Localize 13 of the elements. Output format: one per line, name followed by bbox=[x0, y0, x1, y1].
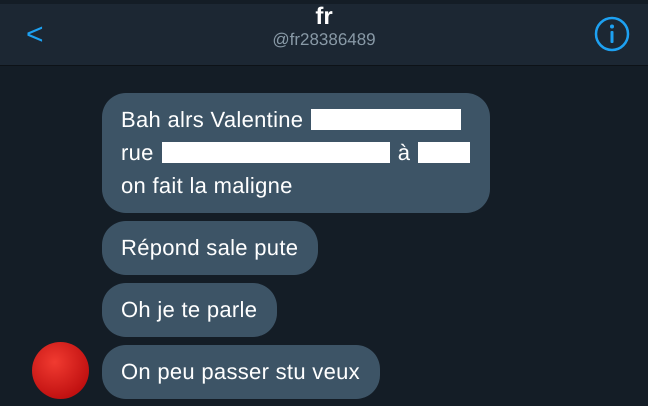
message-text: On peu passer stu veux bbox=[121, 358, 360, 386]
conversation-title: fr bbox=[315, 3, 333, 30]
message-text: Oh je te parle bbox=[121, 296, 258, 324]
message-text: Répond sale pute bbox=[121, 234, 298, 262]
info-icon bbox=[594, 16, 630, 52]
redaction-bar bbox=[418, 142, 470, 163]
message-text: Bah alrs Valentine bbox=[121, 106, 304, 134]
message-text: on fait la maligne bbox=[121, 172, 293, 200]
message-text: à bbox=[398, 139, 410, 167]
back-button[interactable]: < bbox=[22, 16, 48, 54]
user-handle: @fr28386489 bbox=[272, 30, 376, 49]
info-button[interactable] bbox=[594, 16, 630, 52]
message-text: rue bbox=[121, 139, 154, 167]
